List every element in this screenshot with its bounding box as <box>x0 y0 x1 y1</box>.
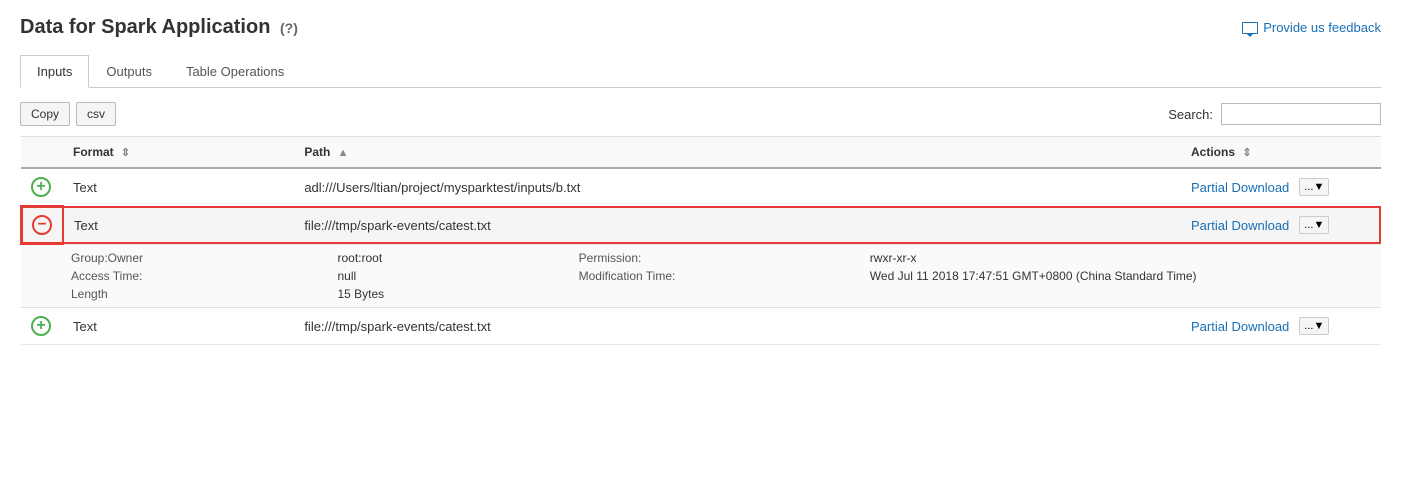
tab-outputs[interactable]: Outputs <box>89 55 169 88</box>
help-icon[interactable]: (?) <box>280 20 298 36</box>
expand-icon[interactable]: + <box>31 177 51 197</box>
title-text: Data for Spark Application <box>20 16 270 38</box>
row2-path: file:///tmp/spark-events/catest.txt <box>294 206 1181 244</box>
row3-partial-download[interactable]: Partial Download <box>1191 319 1289 334</box>
csv-button[interactable]: csv <box>76 102 116 126</box>
group-label: Group:Owner <box>71 251 317 265</box>
row1-format: Text <box>63 168 294 206</box>
page-title: Data for Spark Application (?) <box>20 16 298 39</box>
row1-partial-download[interactable]: Partial Download <box>1191 180 1289 195</box>
table-row: − Text file:///tmp/spark-events/catest.t… <box>21 206 1381 244</box>
row3-format: Text <box>63 308 294 345</box>
row3-action-dropdown[interactable]: ...▼ <box>1299 317 1329 335</box>
page-header: Data for Spark Application (?) Provide u… <box>20 16 1381 39</box>
row1-dropdown-btn[interactable]: ...▼ <box>1299 178 1329 196</box>
detail-grid: Group:Owner root:root Permission: rwxr-x… <box>71 251 1371 301</box>
actions-sort-icon: ⇕ <box>1242 147 1251 159</box>
search-area: Search: <box>1168 103 1381 125</box>
path-sort-icon: ▲ <box>338 147 349 159</box>
copy-button[interactable]: Copy <box>20 102 70 126</box>
row3-actions: Partial Download ...▼ <box>1181 308 1381 345</box>
row3-path: file:///tmp/spark-events/catest.txt <box>294 308 1181 345</box>
col-header-actions[interactable]: Actions ⇕ <box>1181 137 1381 169</box>
row1-icon-cell[interactable]: + <box>21 168 63 206</box>
modification-label: Modification Time: <box>579 269 850 283</box>
tab-inputs[interactable]: Inputs <box>20 55 89 88</box>
row2-partial-download[interactable]: Partial Download <box>1191 218 1289 233</box>
detail-cell: Group:Owner root:root Permission: rwxr-x… <box>21 244 1381 308</box>
group-value: root:root <box>337 251 558 265</box>
toolbar: Copy csv Search: <box>20 102 1381 126</box>
table-body: + Text adl:///Users/ltian/project/myspar… <box>21 168 1381 345</box>
table-row: + Text file:///tmp/spark-events/catest.t… <box>21 308 1381 345</box>
search-input[interactable] <box>1221 103 1381 125</box>
table-header: Format ⇕ Path ▲ Actions ⇕ <box>21 137 1381 169</box>
row2-actions-cell: Partial Download ...▼ <box>1191 216 1371 234</box>
data-table: Format ⇕ Path ▲ Actions ⇕ + Text <box>20 136 1381 345</box>
permission-value: rwxr-xr-x <box>870 251 1371 265</box>
access-value: null <box>337 269 558 283</box>
row1-path: adl:///Users/ltian/project/mysparktest/i… <box>294 168 1181 206</box>
row3-icon-cell[interactable]: + <box>21 308 63 345</box>
row2-action-dropdown[interactable]: ...▼ <box>1299 216 1329 234</box>
search-label: Search: <box>1168 107 1213 122</box>
feedback-link[interactable]: Provide us feedback <box>1242 20 1381 35</box>
format-sort-icon: ⇕ <box>121 147 130 159</box>
row1-action-dropdown[interactable]: ...▼ <box>1299 178 1329 196</box>
col-header-icon <box>21 137 63 169</box>
row2-icon-cell[interactable]: − <box>21 206 63 244</box>
row1-actions-cell: Partial Download ...▼ <box>1191 178 1371 196</box>
permission-label: Permission: <box>579 251 850 265</box>
feedback-icon <box>1242 22 1258 34</box>
col-header-format[interactable]: Format ⇕ <box>63 137 294 169</box>
toolbar-left: Copy csv <box>20 102 116 126</box>
row3-dropdown-btn[interactable]: ...▼ <box>1299 317 1329 335</box>
modification-value: Wed Jul 11 2018 17:47:51 GMT+0800 (China… <box>870 269 1371 283</box>
tabs-container: Inputs Outputs Table Operations <box>20 55 1381 88</box>
feedback-label: Provide us feedback <box>1263 20 1381 35</box>
detail-row: Group:Owner root:root Permission: rwxr-x… <box>21 244 1381 308</box>
tab-table-operations[interactable]: Table Operations <box>169 55 301 88</box>
collapse-icon[interactable]: − <box>32 215 52 235</box>
row1-actions: Partial Download ...▼ <box>1181 168 1381 206</box>
access-label: Access Time: <box>71 269 317 283</box>
row3-actions-cell: Partial Download ...▼ <box>1191 317 1371 335</box>
page-container: Data for Spark Application (?) Provide u… <box>0 0 1401 361</box>
expand-icon[interactable]: + <box>31 316 51 336</box>
length-label: Length <box>71 287 317 301</box>
col-header-path[interactable]: Path ▲ <box>294 137 1181 169</box>
row2-actions: Partial Download ...▼ <box>1181 206 1381 244</box>
table-row: + Text adl:///Users/ltian/project/myspar… <box>21 168 1381 206</box>
row2-format: Text <box>63 206 294 244</box>
length-value: 15 Bytes <box>337 287 558 301</box>
row2-dropdown-btn[interactable]: ...▼ <box>1299 216 1329 234</box>
